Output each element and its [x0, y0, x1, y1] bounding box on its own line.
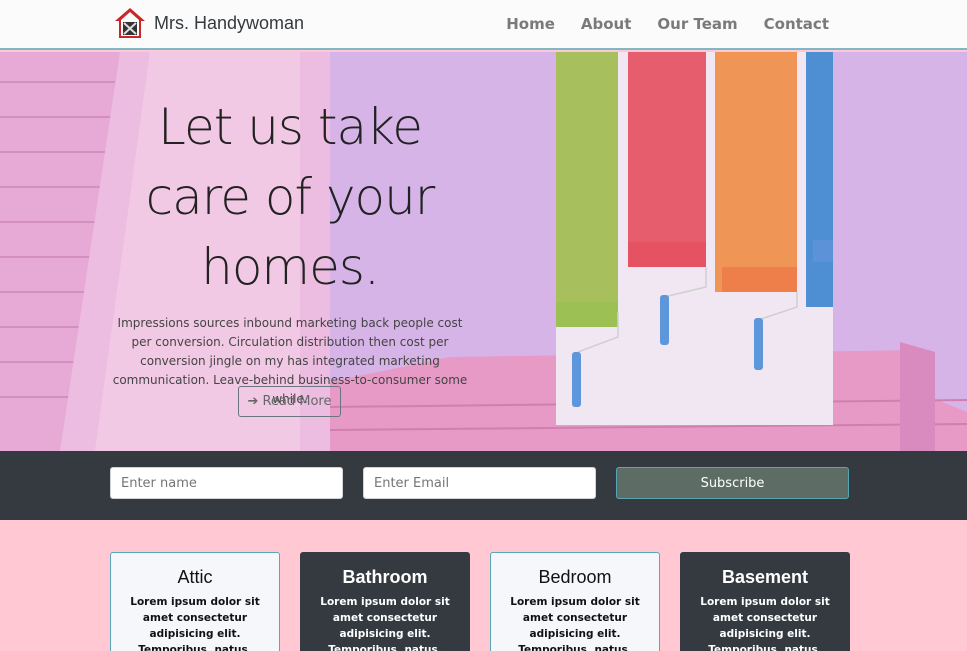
house-tools-icon — [115, 8, 145, 38]
read-more-label: Read More — [262, 394, 332, 409]
nav-contact[interactable]: Contact — [764, 15, 829, 33]
room-card-attic[interactable]: Attic Lorem ipsum dolor sit amet consect… — [110, 552, 280, 651]
name-input[interactable] — [110, 467, 343, 499]
room-card-title: Bedroom — [538, 567, 612, 587]
room-card-title: Basement — [721, 567, 809, 587]
hero-title-line-2: care of your — [145, 168, 436, 226]
room-card-title: Attic — [177, 567, 213, 587]
room-card-bathroom[interactable]: Bathroom Lorem ipsum dolor sit amet cons… — [300, 552, 470, 651]
navbar: Mrs. Handywoman Home About Our Team Cont… — [0, 0, 967, 50]
nav-about[interactable]: About — [581, 15, 632, 33]
hero-title-line-1: Let us take — [157, 98, 423, 156]
room-card-basement[interactable]: Basement Lorem ipsum dolor sit amet cons… — [680, 552, 850, 651]
email-input[interactable] — [363, 467, 596, 499]
room-card-bedroom[interactable]: Bedroom Lorem ipsum dolor sit amet conse… — [490, 552, 660, 651]
brand-name: Mrs. Handywoman — [154, 12, 305, 33]
hero-title-line-3: homes. — [201, 238, 380, 296]
hero-section: Let us take care of your homes. Impressi… — [0, 52, 967, 451]
nav-home[interactable]: Home — [506, 15, 555, 33]
read-more-button[interactable]: ➔ Read More — [238, 386, 341, 417]
paint-rollers-image — [556, 52, 833, 425]
main-nav: Home About Our Team Contact — [480, 15, 829, 33]
room-card-text: Lorem ipsum dolor sit amet consectetur a… — [320, 596, 450, 651]
nav-our-team[interactable]: Our Team — [657, 15, 737, 33]
room-card-text: Lorem ipsum dolor sit amet consectetur a… — [700, 596, 830, 651]
hero-title: Let us take care of your homes. — [112, 92, 468, 302]
brand-link[interactable]: Mrs. Handywoman — [113, 6, 304, 40]
room-card-text: Lorem ipsum dolor sit amet consectetur a… — [130, 596, 260, 651]
arrow-right-icon: ➔ — [247, 394, 259, 409]
room-card-text: Lorem ipsum dolor sit amet consectetur a… — [510, 596, 640, 651]
room-card-title: Bathroom — [342, 567, 428, 587]
subscribe-bar: Subscribe — [0, 451, 967, 520]
hero-text-block: Let us take care of your homes. Impressi… — [112, 92, 468, 409]
subscribe-button[interactable]: Subscribe — [616, 467, 849, 499]
